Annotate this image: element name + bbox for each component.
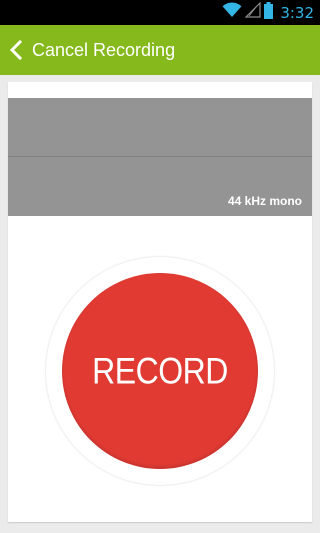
- wifi-icon: [222, 2, 242, 23]
- cancel-recording-button[interactable]: Cancel Recording: [0, 25, 187, 75]
- action-bar: Cancel Recording: [0, 25, 320, 75]
- recorder-card: 44 kHz mono RECORD: [8, 82, 312, 522]
- record-button[interactable]: RECORD: [62, 273, 258, 469]
- page-title: Cancel Recording: [32, 39, 176, 60]
- status-bar: 3:32: [0, 0, 320, 25]
- audio-format-label: 44 kHz mono: [227, 194, 302, 208]
- waveform-panel: 44 kHz mono: [8, 98, 312, 216]
- battery-icon: [264, 1, 274, 24]
- chevron-left-icon: [9, 39, 23, 61]
- status-icons: 3:32: [222, 1, 314, 24]
- status-time: 3:32: [280, 3, 314, 22]
- cell-signal-icon: [244, 1, 261, 23]
- waveform-baseline: [8, 156, 312, 157]
- record-button-label: RECORD: [92, 349, 228, 392]
- record-button-ring: RECORD: [46, 257, 274, 485]
